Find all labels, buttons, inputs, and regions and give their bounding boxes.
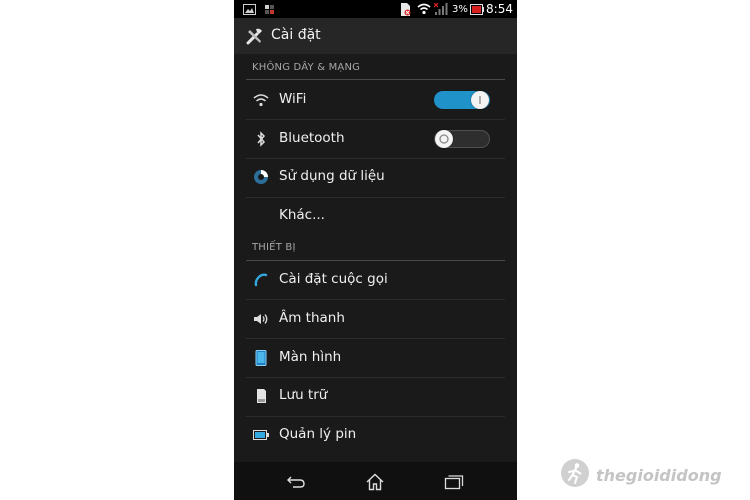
settings-item-battery[interactable]: Quản lý pin: [234, 417, 517, 455]
status-clock: 8:54: [486, 2, 513, 16]
recent-apps-icon[interactable]: [443, 471, 465, 493]
data-usage-icon: [252, 168, 270, 186]
navigation-bar: [234, 462, 517, 500]
settings-item-more[interactable]: Khác...: [234, 198, 517, 236]
settings-item-label: Sử dụng dữ liệu: [279, 168, 385, 184]
bluetooth-toggle[interactable]: [434, 130, 490, 148]
bluetooth-icon: [252, 130, 270, 148]
wifi-toggle[interactable]: [434, 91, 490, 109]
tools-icon: [245, 26, 265, 46]
watermark: thegioididong: [560, 458, 722, 492]
wifi-icon: [252, 91, 270, 109]
settings-item-bluetooth[interactable]: Bluetooth: [234, 120, 517, 158]
page-title: Cài đặt: [271, 27, 321, 43]
section-divider: [246, 79, 505, 80]
settings-item-display[interactable]: Màn hình: [234, 339, 517, 377]
battery-percent: 3%: [452, 3, 468, 15]
toggle-knob: [471, 91, 489, 109]
display-icon: [252, 349, 270, 367]
sim-error-icon: [400, 0, 411, 18]
watermark-text: thegioididong: [596, 465, 722, 485]
settings-item-label: Màn hình: [279, 349, 342, 365]
action-bar: Cài đặt: [234, 18, 517, 54]
settings-item-wifi[interactable]: WiFi: [234, 81, 517, 119]
wifi-status-icon: [417, 0, 431, 18]
section-header-device: THIẾT BỊ: [252, 242, 296, 253]
running-man-logo-icon: [560, 458, 590, 492]
settings-item-call-settings[interactable]: Cài đặt cuộc gọi: [234, 261, 517, 299]
storage-icon: [252, 387, 270, 405]
home-icon[interactable]: [364, 471, 386, 493]
phone-icon: [252, 271, 270, 289]
toggle-knob: [435, 130, 453, 148]
settings-item-label: WiFi: [279, 91, 307, 107]
settings-item-label: Bluetooth: [279, 130, 345, 146]
settings-item-storage[interactable]: Lưu trữ: [234, 378, 517, 416]
status-bar: 3% 8:54: [234, 0, 517, 18]
battery-icon: [252, 426, 270, 444]
settings-item-label: Âm thanh: [279, 310, 345, 326]
settings-item-label: Khác...: [279, 207, 325, 223]
back-icon[interactable]: [285, 471, 307, 493]
settings-item-label: Quản lý pin: [279, 426, 357, 442]
speaker-icon: [252, 310, 270, 328]
battery-status-icon: [470, 0, 484, 18]
settings-item-sound[interactable]: Âm thanh: [234, 300, 517, 338]
section-header-wireless: KHÔNG DÂY & MẠNG: [252, 62, 361, 73]
settings-item-data-usage[interactable]: Sử dụng dữ liệu: [234, 159, 517, 197]
settings-item-label: Cài đặt cuộc gọi: [279, 271, 388, 287]
phone-screen: 3% 8:54 Cài đặt KHÔNG DÂY & MẠNG WiFi Bl…: [234, 0, 517, 500]
settings-item-label: Lưu trữ: [279, 387, 328, 403]
signal-icon: [434, 0, 448, 18]
app-notification-icon: [265, 0, 274, 18]
gallery-notification-icon: [243, 0, 256, 18]
